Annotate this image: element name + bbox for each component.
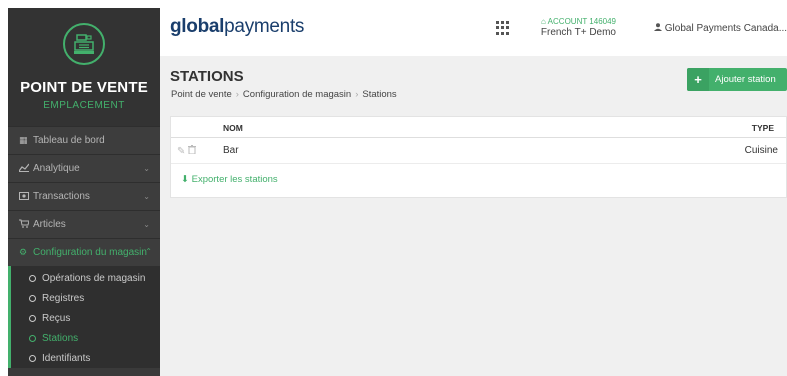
brand-title: POINT DE VENTE <box>20 79 148 96</box>
main-content: STATIONS Point de vente › Configuration de… <box>160 56 787 376</box>
submenu-item-label: Reçus <box>42 312 71 324</box>
home-icon: ⌂ <box>541 17 548 26</box>
column-header-type[interactable]: TYPE <box>752 123 774 133</box>
circle-icon <box>29 274 36 282</box>
station-name: Bar <box>223 145 239 156</box>
submenu-item-registers[interactable]: Registres <box>11 288 160 308</box>
breadcrumb-separator-icon: › <box>235 89 239 100</box>
user-menu[interactable]: Global Payments Canada... ▾ <box>654 23 787 34</box>
sidebar-item-label: Transactions <box>33 191 90 202</box>
brand-subtitle: EMPLACEMENT <box>43 100 125 111</box>
submenu-item-store-operations[interactable]: Opérations de magasin <box>11 268 160 288</box>
sidebar-item-store-config[interactable]: ⚙ Configuration du magasin ⌃ <box>8 238 160 266</box>
submenu-item-label: Opérations de magasin <box>42 272 146 284</box>
breadcrumb-item[interactable]: Point de vente <box>171 89 232 100</box>
cart-icon <box>19 219 33 230</box>
sidebar-item-label: Analytique <box>33 163 80 174</box>
sidebar-item-dashboard[interactable]: ▦ Tableau de bord <box>8 126 160 154</box>
user-icon <box>654 23 665 34</box>
store-config-submenu: Opérations de magasin Registres Reçus St… <box>8 266 160 368</box>
circle-icon <box>29 314 36 322</box>
sidebar-item-transactions[interactable]: Transactions ⌄ <box>8 182 160 210</box>
table-row: ✎ Bar Cuisine <box>171 138 786 164</box>
sidebar: POINT DE VENTE EMPLACEMENT ▦ Tableau de … <box>8 8 160 376</box>
chevron-down-icon: ⌄ <box>143 220 150 229</box>
stations-panel: NOM TYPE ✎ Bar Cuisine ⬇ Exporter les st… <box>170 116 787 198</box>
breadcrumb-item[interactable]: Configuration de magasin <box>243 89 351 100</box>
money-icon <box>19 191 33 202</box>
column-header-name[interactable]: NOM <box>223 123 243 133</box>
page-title: STATIONS <box>170 68 244 85</box>
submenu-item-label: Registres <box>42 292 85 304</box>
breadcrumb-current: Stations <box>362 89 397 100</box>
submenu-item-label: Identifiants <box>42 352 91 364</box>
top-header: globalpayments ⌂ ACCOUNT 146049 French T… <box>160 8 787 48</box>
logo-light-text: payments <box>224 16 305 37</box>
logo-bold-text: global <box>170 16 225 37</box>
circle-icon <box>29 294 36 302</box>
sidebar-item-label: Articles <box>33 219 66 230</box>
account-switcher[interactable]: ⌂ ACCOUNT 146049 French T+ Demo <box>536 17 616 38</box>
account-name: French T+ Demo <box>540 27 616 38</box>
station-type: Cuisine <box>744 145 778 156</box>
global-payments-logo[interactable]: globalpayments <box>170 16 304 38</box>
plus-icon: + <box>687 68 709 91</box>
account-id: ACCOUNT 146049 <box>547 17 616 26</box>
edit-pencil-icon[interactable]: ✎ <box>177 146 185 157</box>
export-stations-label: Exporter les stations <box>191 174 278 185</box>
chart-icon <box>18 163 33 174</box>
breadcrumb: Point de vente › Configuration de magasin ›… <box>171 89 397 100</box>
breadcrumb-separator-icon: › <box>355 89 359 100</box>
add-station-button[interactable]: + Ajouter station <box>687 68 787 91</box>
sidebar-brand: POINT DE VENTE EMPLACEMENT <box>8 8 160 126</box>
trash-icon[interactable] <box>188 145 197 157</box>
submenu-item-stations[interactable]: Stations <box>11 328 160 348</box>
chevron-up-icon: ⌃ <box>145 247 152 256</box>
export-stations-link[interactable]: ⬇ Exporter les stations <box>181 174 278 185</box>
user-name: Global Payments Canada... <box>664 23 787 34</box>
cash-register-icon <box>63 23 105 65</box>
chevron-down-icon: ⌄ <box>143 164 150 173</box>
submenu-item-label: Stations <box>42 332 79 344</box>
submenu-item-receipts[interactable]: Reçus <box>11 308 160 328</box>
sidebar-item-analytics[interactable]: Analytique ⌄ <box>8 154 160 182</box>
sidebar-item-articles[interactable]: Articles ⌄ <box>8 210 160 238</box>
chevron-down-icon: ⌄ <box>143 192 150 201</box>
apps-grid-icon[interactable] <box>496 21 510 35</box>
cogs-icon: ⚙ <box>19 247 28 257</box>
add-station-label: Ajouter station <box>715 74 776 85</box>
sidebar-item-label: Configuration du magasin <box>33 247 147 258</box>
sidebar-item-label: Tableau de bord <box>33 135 105 146</box>
submenu-item-identifiers[interactable]: Identifiants <box>11 348 160 368</box>
dashboard-icon: ▦ <box>19 135 28 145</box>
table-header: NOM TYPE <box>171 117 786 138</box>
circle-icon <box>29 354 36 362</box>
circle-icon <box>29 334 36 342</box>
download-icon: ⬇ <box>181 174 189 185</box>
